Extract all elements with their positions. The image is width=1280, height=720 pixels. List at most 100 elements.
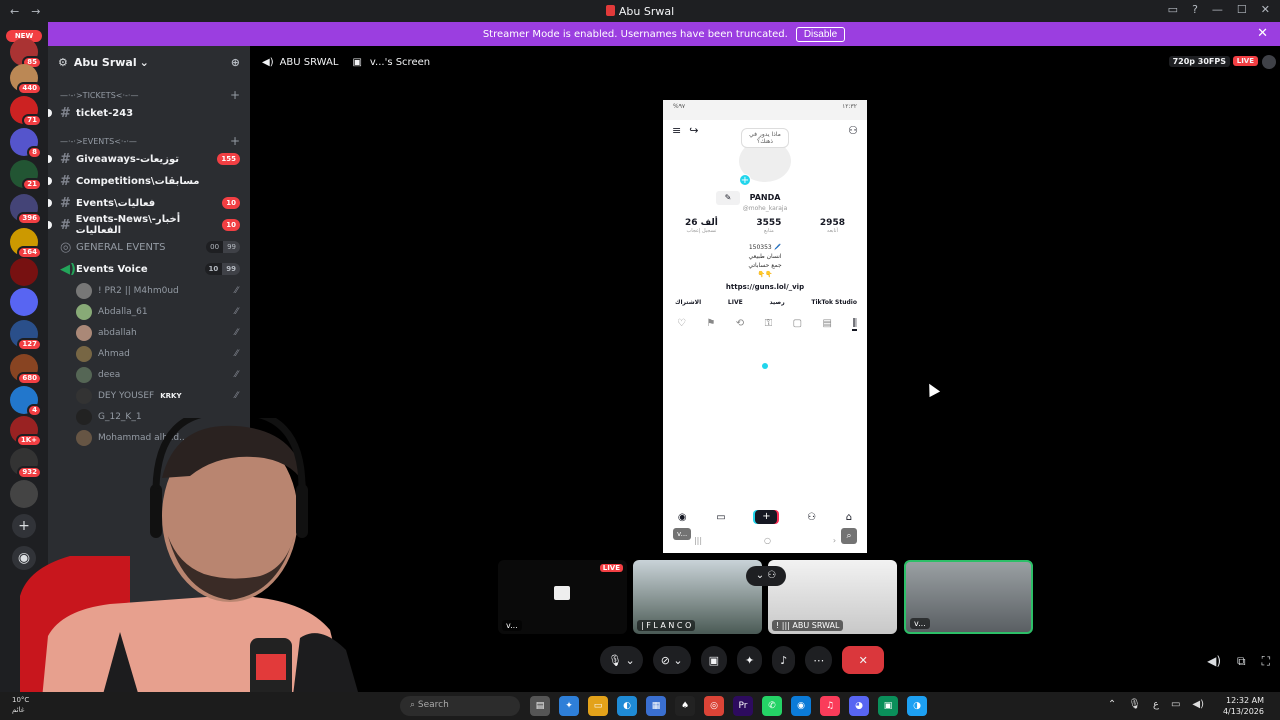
menu-icon[interactable]: ≡: [672, 124, 681, 137]
add-friend-icon[interactable]: ⚇: [848, 124, 858, 137]
server-icon[interactable]: 440: [10, 64, 42, 95]
mic-icon[interactable]: 🎙: [1128, 699, 1141, 710]
forward-icon[interactable]: →: [31, 5, 40, 18]
stat-followers[interactable]: 3555 متابع: [756, 218, 781, 234]
close-icon[interactable]: ✕: [1257, 26, 1268, 41]
add-channel-icon[interactable]: +: [230, 134, 240, 148]
liked-icon[interactable]: ♡: [677, 318, 686, 331]
maximize-button[interactable]: ☐: [1237, 3, 1247, 16]
profile-link[interactable]: https://guns.lol/_vip: [663, 283, 867, 291]
videos-grid-icon[interactable]: ⫼: [852, 318, 857, 331]
shared-screen[interactable]: %٩٧ ١٢:٣٢ ≡ ↪ ⚇ ماذا يدور في ذهنك؟ + ✎ P…: [663, 100, 867, 553]
category-tickets[interactable]: —·-·>TICKETS<·-·— +: [48, 88, 250, 102]
voice-user[interactable]: Abdalla_61 ⁄⁄: [48, 301, 250, 322]
premiere-icon[interactable]: Pr: [733, 696, 753, 716]
app-icon[interactable]: ▣: [878, 696, 898, 716]
add-icon[interactable]: +: [739, 174, 751, 186]
tool-studio[interactable]: TikTok Studio: [811, 299, 857, 306]
server-icon[interactable]: 680: [10, 354, 42, 385]
back-nav-icon[interactable]: ›: [833, 536, 836, 545]
more-button[interactable]: ⋯: [805, 646, 833, 674]
server-icon[interactable]: [10, 288, 38, 316]
tool-balance[interactable]: رصيد: [769, 299, 784, 306]
close-window-button[interactable]: ✕: [1261, 3, 1270, 16]
share-screen-button[interactable]: ▣: [700, 646, 728, 674]
note-bubble[interactable]: ماذا يدور في ذهنك؟: [741, 128, 789, 148]
share-icon[interactable]: ↪: [689, 124, 698, 137]
store-icon[interactable]: ▦: [646, 696, 666, 716]
participant-tile[interactable]: ! ||| ABU SRWAL: [768, 560, 897, 634]
participant-tile[interactable]: | F L A N C O: [633, 560, 762, 634]
shop-icon[interactable]: ▤: [823, 318, 832, 331]
participants-icon[interactable]: [1262, 55, 1276, 69]
taskbar-search[interactable]: ⌕ Search: [400, 696, 520, 716]
add-member-icon[interactable]: ⊕: [231, 56, 240, 69]
profile-tab-icon[interactable]: ◉: [678, 512, 687, 523]
network-icon[interactable]: ▭: [1171, 699, 1180, 710]
voice-user[interactable]: deea ⁄⁄: [48, 364, 250, 385]
voice-user[interactable]: Ahmad ⁄⁄: [48, 343, 250, 364]
participant-tile[interactable]: LIVE v...: [498, 560, 627, 634]
channel-events-voice[interactable]: ◀) Events Voice 10 99: [48, 258, 250, 280]
fullscreen-icon[interactable]: ⛶: [1262, 654, 1270, 669]
minimize-button[interactable]: —: [1212, 3, 1223, 16]
help-icon[interactable]: ?: [1192, 3, 1198, 16]
add-channel-icon[interactable]: +: [230, 88, 240, 102]
participant-tile[interactable]: v...: [904, 560, 1033, 634]
music-icon[interactable]: ♫: [820, 696, 840, 716]
clock[interactable]: 12:32 AM 4/13/2026: [1223, 695, 1264, 717]
language-indicator[interactable]: ع: [1153, 699, 1159, 710]
pop-out-icon[interactable]: ⧉: [1237, 654, 1246, 669]
discord-icon[interactable]: ◕: [849, 696, 869, 716]
disconnect-button[interactable]: ✕: [842, 646, 885, 674]
server-icon[interactable]: 8: [10, 128, 42, 159]
channel-general-events[interactable]: ◎ GENERAL EVENTS 00 99: [48, 236, 250, 258]
file-explorer-icon[interactable]: ▭: [588, 696, 608, 716]
channel-ticket[interactable]: # ticket-243: [48, 102, 250, 124]
server-icon[interactable]: 4: [10, 386, 42, 417]
back-icon[interactable]: ←: [10, 5, 19, 18]
task-view-icon[interactable]: ▤: [530, 696, 550, 716]
stat-following[interactable]: 2958 أتابعه: [820, 218, 845, 234]
server-icon[interactable]: 127: [10, 320, 42, 351]
server-icon[interactable]: 21: [10, 160, 42, 191]
repost-icon[interactable]: ⟲: [736, 318, 744, 331]
server-icon[interactable]: 85: [10, 38, 42, 69]
server-icon[interactable]: [10, 258, 38, 286]
camera-button[interactable]: ⊘ ⌄: [652, 646, 691, 674]
channel-events-news[interactable]: # Events-News\أخبار-الفعاليات 10: [48, 214, 250, 236]
server-icon[interactable]: 164: [10, 228, 42, 259]
volume-icon[interactable]: ◀): [1192, 699, 1204, 710]
activities-button[interactable]: ✦: [737, 646, 763, 674]
inbox-tab-icon[interactable]: ▭: [716, 512, 725, 523]
recents-icon[interactable]: |||: [694, 536, 702, 545]
category-events[interactable]: —·-·>EVENTS<·-·— +: [48, 134, 250, 148]
voice-user[interactable]: ! PR2 || M4hm0ud ⁄⁄: [48, 280, 250, 301]
microphone-button[interactable]: 🎙 ⌄: [600, 646, 643, 674]
chevron-up-icon[interactable]: ⌃: [1108, 699, 1116, 710]
create-button[interactable]: +: [755, 510, 778, 524]
friends-tab-icon[interactable]: ⚇: [807, 512, 816, 523]
app-icon[interactable]: ♠: [675, 696, 695, 716]
disable-button[interactable]: Disable: [795, 26, 846, 42]
stat-likes[interactable]: 26 ألف تسجيل إعجاب: [685, 218, 718, 234]
volume-icon[interactable]: ◀): [1207, 654, 1221, 669]
tool-subscription[interactable]: الاشتراك: [675, 299, 701, 306]
edge-icon[interactable]: ◐: [617, 696, 637, 716]
channel-competitions[interactable]: # Competitions\مسابقات: [48, 170, 250, 192]
inbox-icon[interactable]: ▭: [1168, 3, 1178, 16]
server-icon[interactable]: 71: [10, 96, 42, 127]
tool-live[interactable]: LIVE: [728, 299, 743, 306]
server-header[interactable]: ⚙ Abu Srwal ⌄ ⊕: [48, 46, 250, 78]
app-icon[interactable]: ◉: [791, 696, 811, 716]
server-icon[interactable]: 396: [10, 194, 42, 225]
channel-giveaways[interactable]: # Giveaways-توزيعات 155: [48, 148, 250, 170]
home-icon[interactable]: ○: [764, 536, 771, 545]
chrome-icon[interactable]: ◎: [704, 696, 724, 716]
weather-widget[interactable]: 10°C غائم: [12, 695, 29, 715]
voice-user[interactable]: abdallah ⁄⁄: [48, 322, 250, 343]
soundboard-button[interactable]: ♪: [772, 646, 796, 674]
saved-icon[interactable]: ⚑: [706, 318, 715, 331]
lock-icon[interactable]: ⚿: [765, 318, 773, 331]
channel-events[interactable]: # Events\فعاليات 10: [48, 192, 250, 214]
